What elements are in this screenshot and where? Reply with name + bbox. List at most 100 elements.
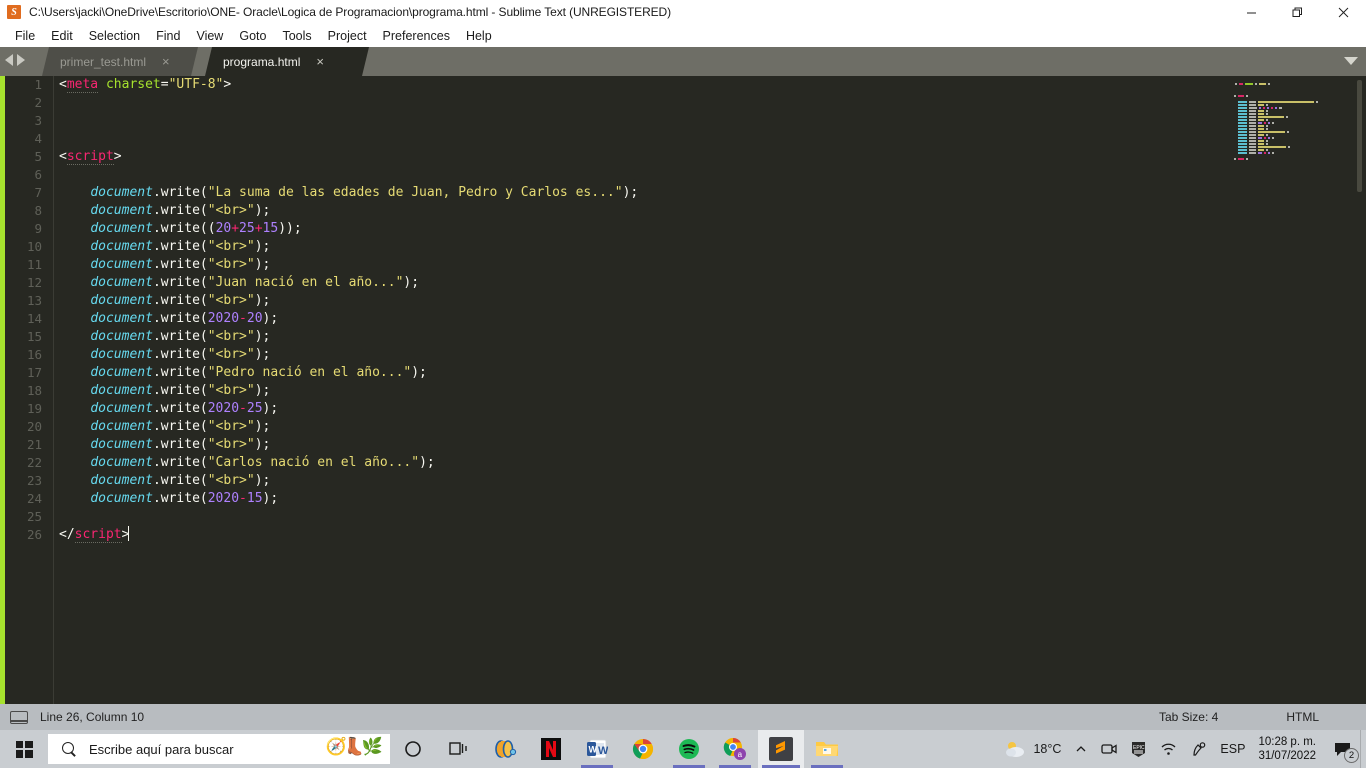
code-line[interactable]: 7 document.write("La suma de las edades … (5, 184, 1205, 202)
taskbar-item-chrome-profile[interactable]: a (712, 730, 758, 768)
minimap-token (1238, 118, 1247, 121)
minimap-token (1271, 106, 1274, 109)
line-source: document.write("<br>"); (51, 256, 270, 274)
code-line[interactable]: 23 document.write("<br>"); (5, 472, 1205, 490)
token-fn: .write( (152, 473, 208, 488)
code-line[interactable]: 15 document.write("<br>"); (5, 328, 1205, 346)
line-number: 15 (26, 329, 42, 344)
code-line[interactable]: 24 document.write(2020-15); (5, 490, 1205, 508)
tab-size-label[interactable]: Tab Size: 4 (1159, 710, 1218, 724)
code-line[interactable]: 25 (5, 508, 1205, 526)
menu-item-tools[interactable]: Tools (274, 27, 319, 45)
tab-close-icon[interactable]: × (162, 55, 170, 68)
code-line[interactable]: 18 document.write("<br>"); (5, 382, 1205, 400)
token-op: - (239, 491, 247, 506)
menu-item-edit[interactable]: Edit (43, 27, 81, 45)
onedrive-icon[interactable] (1094, 730, 1124, 768)
code-line[interactable]: 9 document.write((20+25+15)); (5, 220, 1205, 238)
menu-item-find[interactable]: Find (148, 27, 188, 45)
menu-item-goto[interactable]: Goto (231, 27, 274, 45)
start-button[interactable] (0, 730, 48, 768)
code-line[interactable]: 14 document.write(2020-20); (5, 310, 1205, 328)
maximize-restore-button[interactable] (1274, 0, 1320, 24)
code-line[interactable]: 19 document.write(2020-25); (5, 400, 1205, 418)
language-indicator[interactable]: ESP (1213, 730, 1252, 768)
tab-close-icon[interactable]: × (316, 55, 324, 68)
epic-games-icon[interactable]: EPIC (1124, 730, 1153, 768)
code-line[interactable]: 21 document.write("<br>"); (5, 436, 1205, 454)
code-line[interactable]: 2 (5, 94, 1205, 112)
minimap[interactable] (1220, 76, 1366, 704)
taskbar-item-task-view[interactable] (436, 730, 482, 768)
editor-pane[interactable]: 1 <meta charset="UTF-8"> 2 3 4 5 <script> 6 7 do… (0, 76, 1366, 704)
code-line[interactable]: 1 <meta charset="UTF-8"> (5, 76, 1205, 94)
menu-item-selection[interactable]: Selection (81, 27, 148, 45)
notification-center-button[interactable]: 2 (1326, 730, 1360, 768)
syntax-label[interactable]: HTML (1286, 710, 1319, 724)
taskbar-item-chrome[interactable] (620, 730, 666, 768)
minimap-canvas (1234, 82, 1320, 160)
code-content[interactable]: 1 <meta charset="UTF-8"> 2 3 4 5 <script> 6 7 do… (5, 76, 1205, 704)
token-num: 20 (215, 221, 232, 236)
taskbar-item-file-explorer[interactable] (804, 730, 850, 768)
show-hidden-icons-button[interactable] (1068, 730, 1094, 768)
minimap-token (1238, 127, 1247, 130)
code-line[interactable]: 6 (5, 166, 1205, 184)
cursor-position-label[interactable]: Line 26, Column 10 (40, 710, 144, 724)
minimap-token (1266, 109, 1269, 112)
code-line[interactable]: 4 (5, 130, 1205, 148)
menu-item-file[interactable]: File (7, 27, 43, 45)
tab-programa[interactable]: programa.html × (205, 47, 369, 76)
line-source: document.write("<br>"); (51, 238, 270, 256)
menu-item-view[interactable]: View (188, 27, 231, 45)
code-line[interactable]: 12 document.write("Juan nació en el año.… (5, 274, 1205, 292)
taskbar-search-box[interactable]: Escribe aquí para buscar 🧭👢🌿 (48, 734, 390, 764)
taskbar-item-media-player[interactable] (482, 730, 528, 768)
code-line[interactable]: 17 document.write("Pedro nació en el año… (5, 364, 1205, 382)
chevron-down-icon[interactable] (1344, 57, 1358, 65)
menu-item-project[interactable]: Project (320, 27, 375, 45)
show-desktop-button[interactable] (1360, 730, 1366, 768)
minimap-token (1286, 115, 1289, 118)
clock[interactable]: 10:28 p. m. 31/07/2022 (1252, 735, 1326, 764)
code-line[interactable]: 20 document.write("<br>"); (5, 418, 1205, 436)
token-fn: ); (254, 419, 271, 434)
console-toggle-icon[interactable] (10, 710, 28, 724)
pen-workspace-icon[interactable] (1184, 730, 1213, 768)
menu-item-help[interactable]: Help (458, 27, 500, 45)
code-line[interactable]: 3 (5, 112, 1205, 130)
taskbar-item-word[interactable]: W W (574, 730, 620, 768)
code-line[interactable]: 22 document.write("Carlos nació en el añ… (5, 454, 1205, 472)
tab-primer-test[interactable]: primer_test.html × (42, 47, 198, 76)
code-line[interactable]: 11 document.write("<br>"); (5, 256, 1205, 274)
wifi-icon[interactable] (1153, 730, 1184, 768)
minimize-button[interactable] (1228, 0, 1274, 24)
tab-scroll-right-icon[interactable] (17, 54, 25, 66)
tab-scroll-left-icon[interactable] (5, 54, 13, 66)
taskbar-item-spotify[interactable] (666, 730, 712, 768)
taskbar-item-netflix[interactable] (528, 730, 574, 768)
code-line[interactable]: 13 document.write("<br>"); (5, 292, 1205, 310)
search-illustration-icon: 🧭👢🌿 (325, 737, 382, 756)
weather-widget[interactable]: 18°C (996, 730, 1068, 768)
code-line[interactable]: 16 document.write("<br>"); (5, 346, 1205, 364)
code-line[interactable]: 5 <script> (5, 148, 1205, 166)
line-number: 4 (34, 131, 42, 146)
close-button[interactable] (1320, 0, 1366, 24)
taskbar-item-sublime-text[interactable] (758, 730, 804, 768)
code-line[interactable]: 8 document.write("<br>"); (5, 202, 1205, 220)
minimap-token (1238, 130, 1247, 133)
token-obj: document (90, 257, 153, 272)
minimap-token (1246, 157, 1249, 160)
code-line[interactable]: 26 </script> (5, 526, 1205, 544)
menu-item-preferences[interactable]: Preferences (375, 27, 458, 45)
code-line[interactable]: 10 document.write("<br>"); (5, 238, 1205, 256)
tab-scroll-arrows[interactable] (5, 54, 25, 66)
line-number: 9 (34, 221, 42, 236)
minimap-scrollbar[interactable] (1357, 80, 1362, 192)
taskbar-item-cortana[interactable] (390, 730, 436, 768)
